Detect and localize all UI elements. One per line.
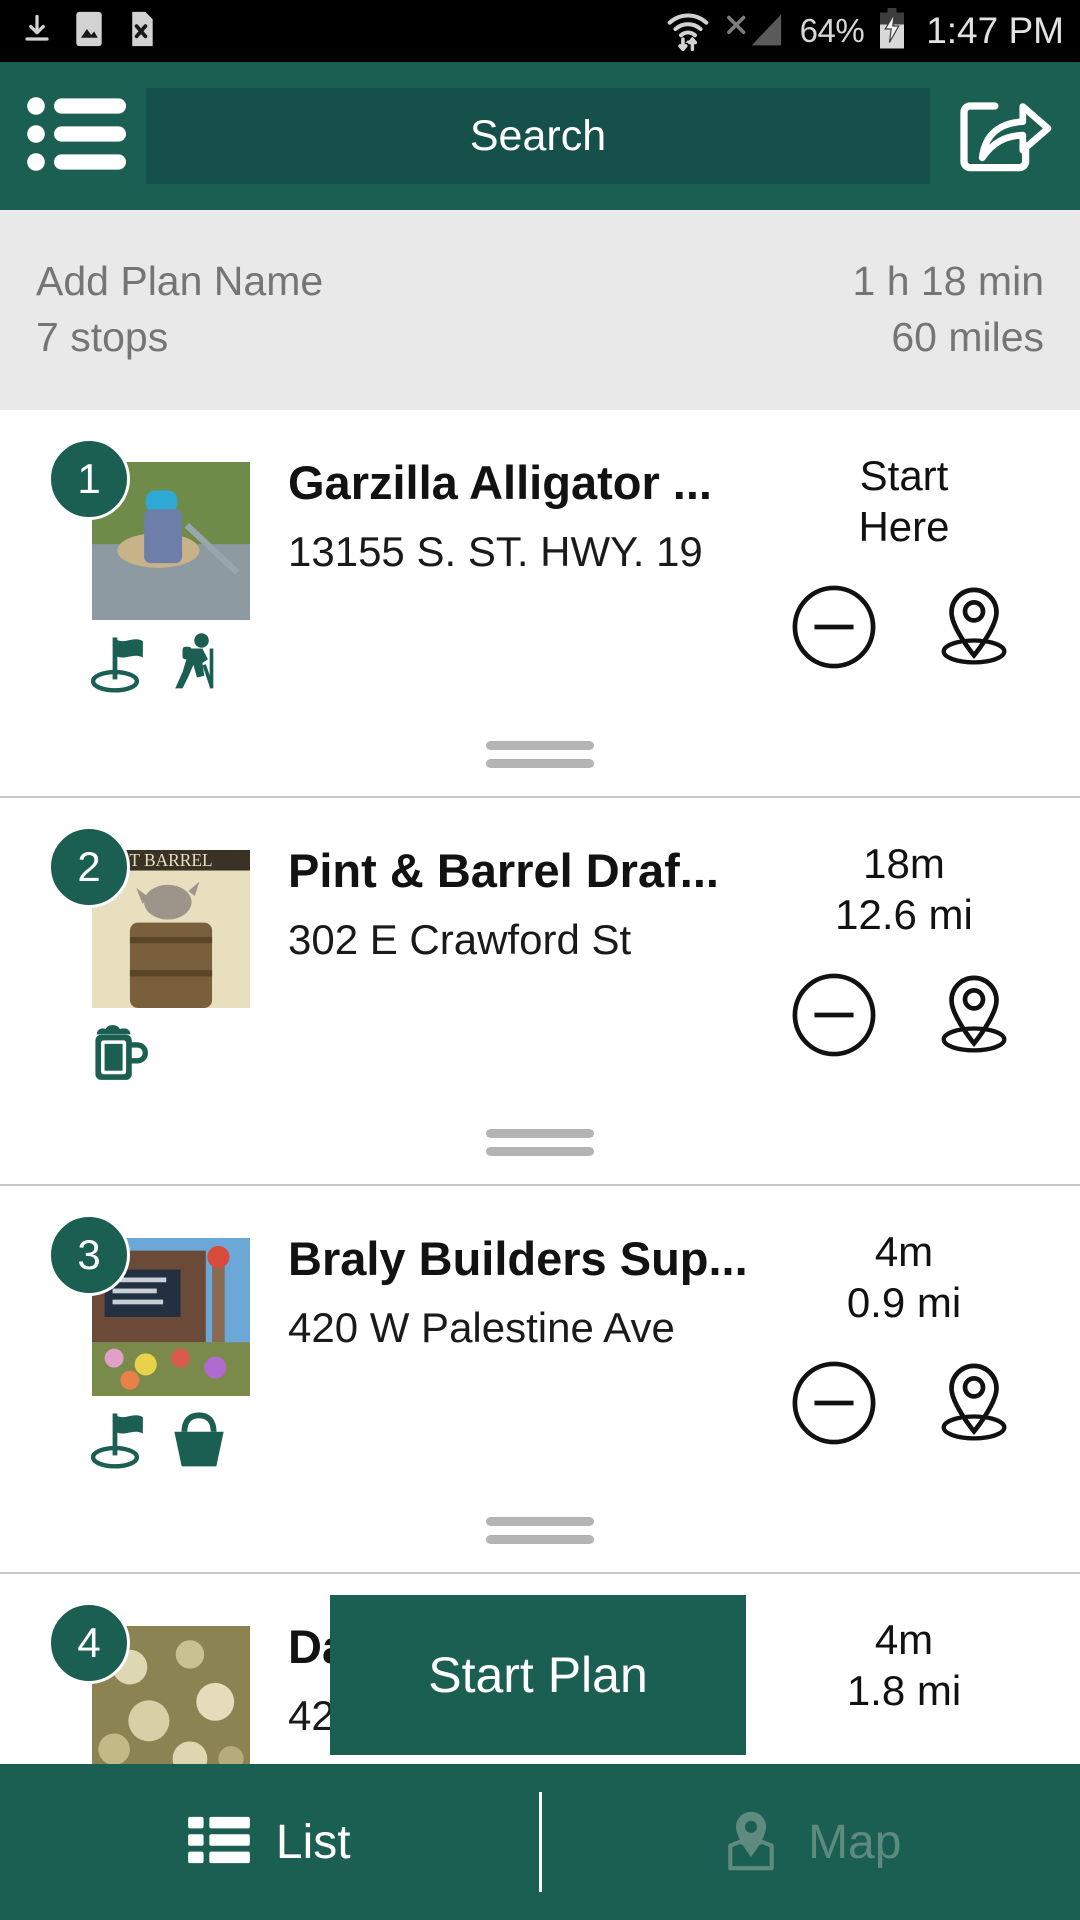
stop-eta-time: 4m xyxy=(874,1616,934,1663)
plan-summary-right: 1 h 18 min 60 miles xyxy=(852,258,1044,361)
share-icon xyxy=(958,92,1054,181)
list-item[interactable]: 1 Garzilla Alligator ... 13155 S. ST. HW… xyxy=(0,410,1080,798)
stop-actions: 4m 0.9 mi xyxy=(754,1208,1054,1445)
status-bar: 64% 1:47 PM xyxy=(0,0,1080,62)
stop-eta-time: 18m xyxy=(863,840,945,887)
bottom-tab-bar: List Map xyxy=(0,1764,1080,1920)
stop-eta: Start Here xyxy=(858,450,949,552)
tab-map[interactable]: Map xyxy=(542,1764,1080,1920)
stop-title[interactable]: Braly Builders Sup... xyxy=(288,1232,754,1286)
list-item[interactable]: 2 T BARREL Pint & Barrel Draf... 302 E C… xyxy=(0,798,1080,1186)
stop-thumbnail-column: 4 xyxy=(26,1596,250,1784)
list-menu-icon xyxy=(26,94,130,179)
stop-eta-distance: Here xyxy=(858,503,950,551)
stop-number-badge: 4 xyxy=(48,1602,130,1684)
drag-handle[interactable] xyxy=(0,741,1080,768)
map-pin-icon xyxy=(720,1808,782,1877)
plan-summary-left: Add Plan Name 7 stops xyxy=(36,258,323,361)
hiker-icon xyxy=(168,632,226,699)
shopping-bag-icon xyxy=(168,1408,230,1475)
stop-info: Garzilla Alligator ... 13155 S. ST. HWY.… xyxy=(216,432,754,576)
plan-name-label[interactable]: Add Plan Name xyxy=(36,258,323,305)
stop-info: Braly Builders Sup... 420 W Palestine Av… xyxy=(216,1208,754,1352)
stop-thumbnail-column: 1 xyxy=(26,432,250,693)
stop-number-badge: 3 xyxy=(48,1214,130,1296)
golf-flag-icon xyxy=(88,632,154,699)
stop-actions: Start Here xyxy=(754,432,1054,669)
remove-stop-button[interactable] xyxy=(791,1360,877,1451)
stop-eta-distance: 0.9 mi xyxy=(846,1279,962,1327)
stop-eta-distance: 1.8 mi xyxy=(846,1667,962,1715)
stop-eta-time: 4m xyxy=(874,1228,934,1275)
stop-number-badge: 1 xyxy=(48,438,130,520)
stop-title[interactable]: Pint & Barrel Draf... xyxy=(288,844,754,898)
stop-actions: 4m 1.8 mi xyxy=(754,1596,1054,1740)
stop-eta-time: Start xyxy=(859,452,949,499)
stop-eta: 4m 1.8 mi xyxy=(847,1614,961,1716)
plan-stops-count: 7 stops xyxy=(36,314,169,360)
search-input[interactable]: Search xyxy=(146,88,930,184)
remove-stop-button[interactable] xyxy=(791,584,877,675)
stop-category-icons xyxy=(88,1408,230,1475)
status-bar-left-icons xyxy=(22,10,156,53)
share-button[interactable] xyxy=(938,92,1054,181)
stop-category-icons xyxy=(88,632,226,699)
wifi-data-transfer-icon xyxy=(666,7,710,56)
remove-stop-button[interactable] xyxy=(791,972,877,1063)
stop-address: 302 E Crawford St xyxy=(288,916,632,964)
plan-distance: 60 miles xyxy=(891,314,1044,360)
plan-summary-bar[interactable]: Add Plan Name 7 stops 1 h 18 min 60 mile… xyxy=(0,210,1080,410)
svg-text:T BARREL: T BARREL xyxy=(129,851,212,870)
list-item[interactable]: 3 Braly Builders Sup... 420 W Palestine … xyxy=(0,1186,1080,1574)
stop-number-badge: 2 xyxy=(48,826,130,908)
stop-title[interactable]: Garzilla Alligator ... xyxy=(288,456,754,510)
stop-eta: 18m 12.6 mi xyxy=(835,838,973,940)
menu-button[interactable] xyxy=(26,94,142,179)
tab-list-label: List xyxy=(275,1815,351,1869)
stop-address: 420 W Palestine Ave xyxy=(288,1304,675,1352)
no-signal-icon xyxy=(724,9,786,54)
plan-duration: 1 h 18 min xyxy=(852,258,1044,305)
screenshot-image-icon xyxy=(74,10,104,53)
drag-handle[interactable] xyxy=(0,1517,1080,1544)
stop-thumbnail-column: 2 T BARREL xyxy=(26,820,250,1080)
drag-handle[interactable] xyxy=(0,1129,1080,1156)
sd-card-error-icon xyxy=(126,10,156,53)
tab-map-label: Map xyxy=(808,1815,902,1869)
map-pin-button[interactable] xyxy=(931,970,1017,1065)
map-pin-button[interactable] xyxy=(931,1358,1017,1453)
stop-list: 1 Garzilla Alligator ... 13155 S. ST. HW… xyxy=(0,410,1080,1784)
app-header: Search xyxy=(0,62,1080,210)
stop-address: 13155 S. ST. HWY. 19 xyxy=(288,528,703,576)
beer-mug-icon xyxy=(88,1020,148,1089)
start-plan-button[interactable]: Start Plan xyxy=(330,1595,746,1755)
stop-eta: 4m 0.9 mi xyxy=(847,1226,961,1328)
battery-charging-icon xyxy=(878,7,906,55)
status-bar-right-icons: 64% 1:47 PM xyxy=(666,7,1064,56)
stop-info: Pint & Barrel Draf... 302 E Crawford St xyxy=(216,820,754,964)
clock-label: 1:47 PM xyxy=(926,10,1064,51)
stop-eta-distance: 12.6 mi xyxy=(835,891,973,939)
download-icon xyxy=(22,12,52,51)
stop-category-icons xyxy=(88,1020,148,1089)
stop-thumbnail-column: 3 xyxy=(26,1208,250,1469)
search-label: Search xyxy=(469,111,607,160)
tab-list[interactable]: List xyxy=(0,1764,539,1920)
list-icon xyxy=(188,1813,250,1872)
golf-flag-icon xyxy=(88,1408,154,1475)
map-pin-button[interactable] xyxy=(931,582,1017,677)
battery-percent-label: 64% xyxy=(799,12,865,49)
stop-actions: 18m 12.6 mi xyxy=(754,820,1054,1057)
